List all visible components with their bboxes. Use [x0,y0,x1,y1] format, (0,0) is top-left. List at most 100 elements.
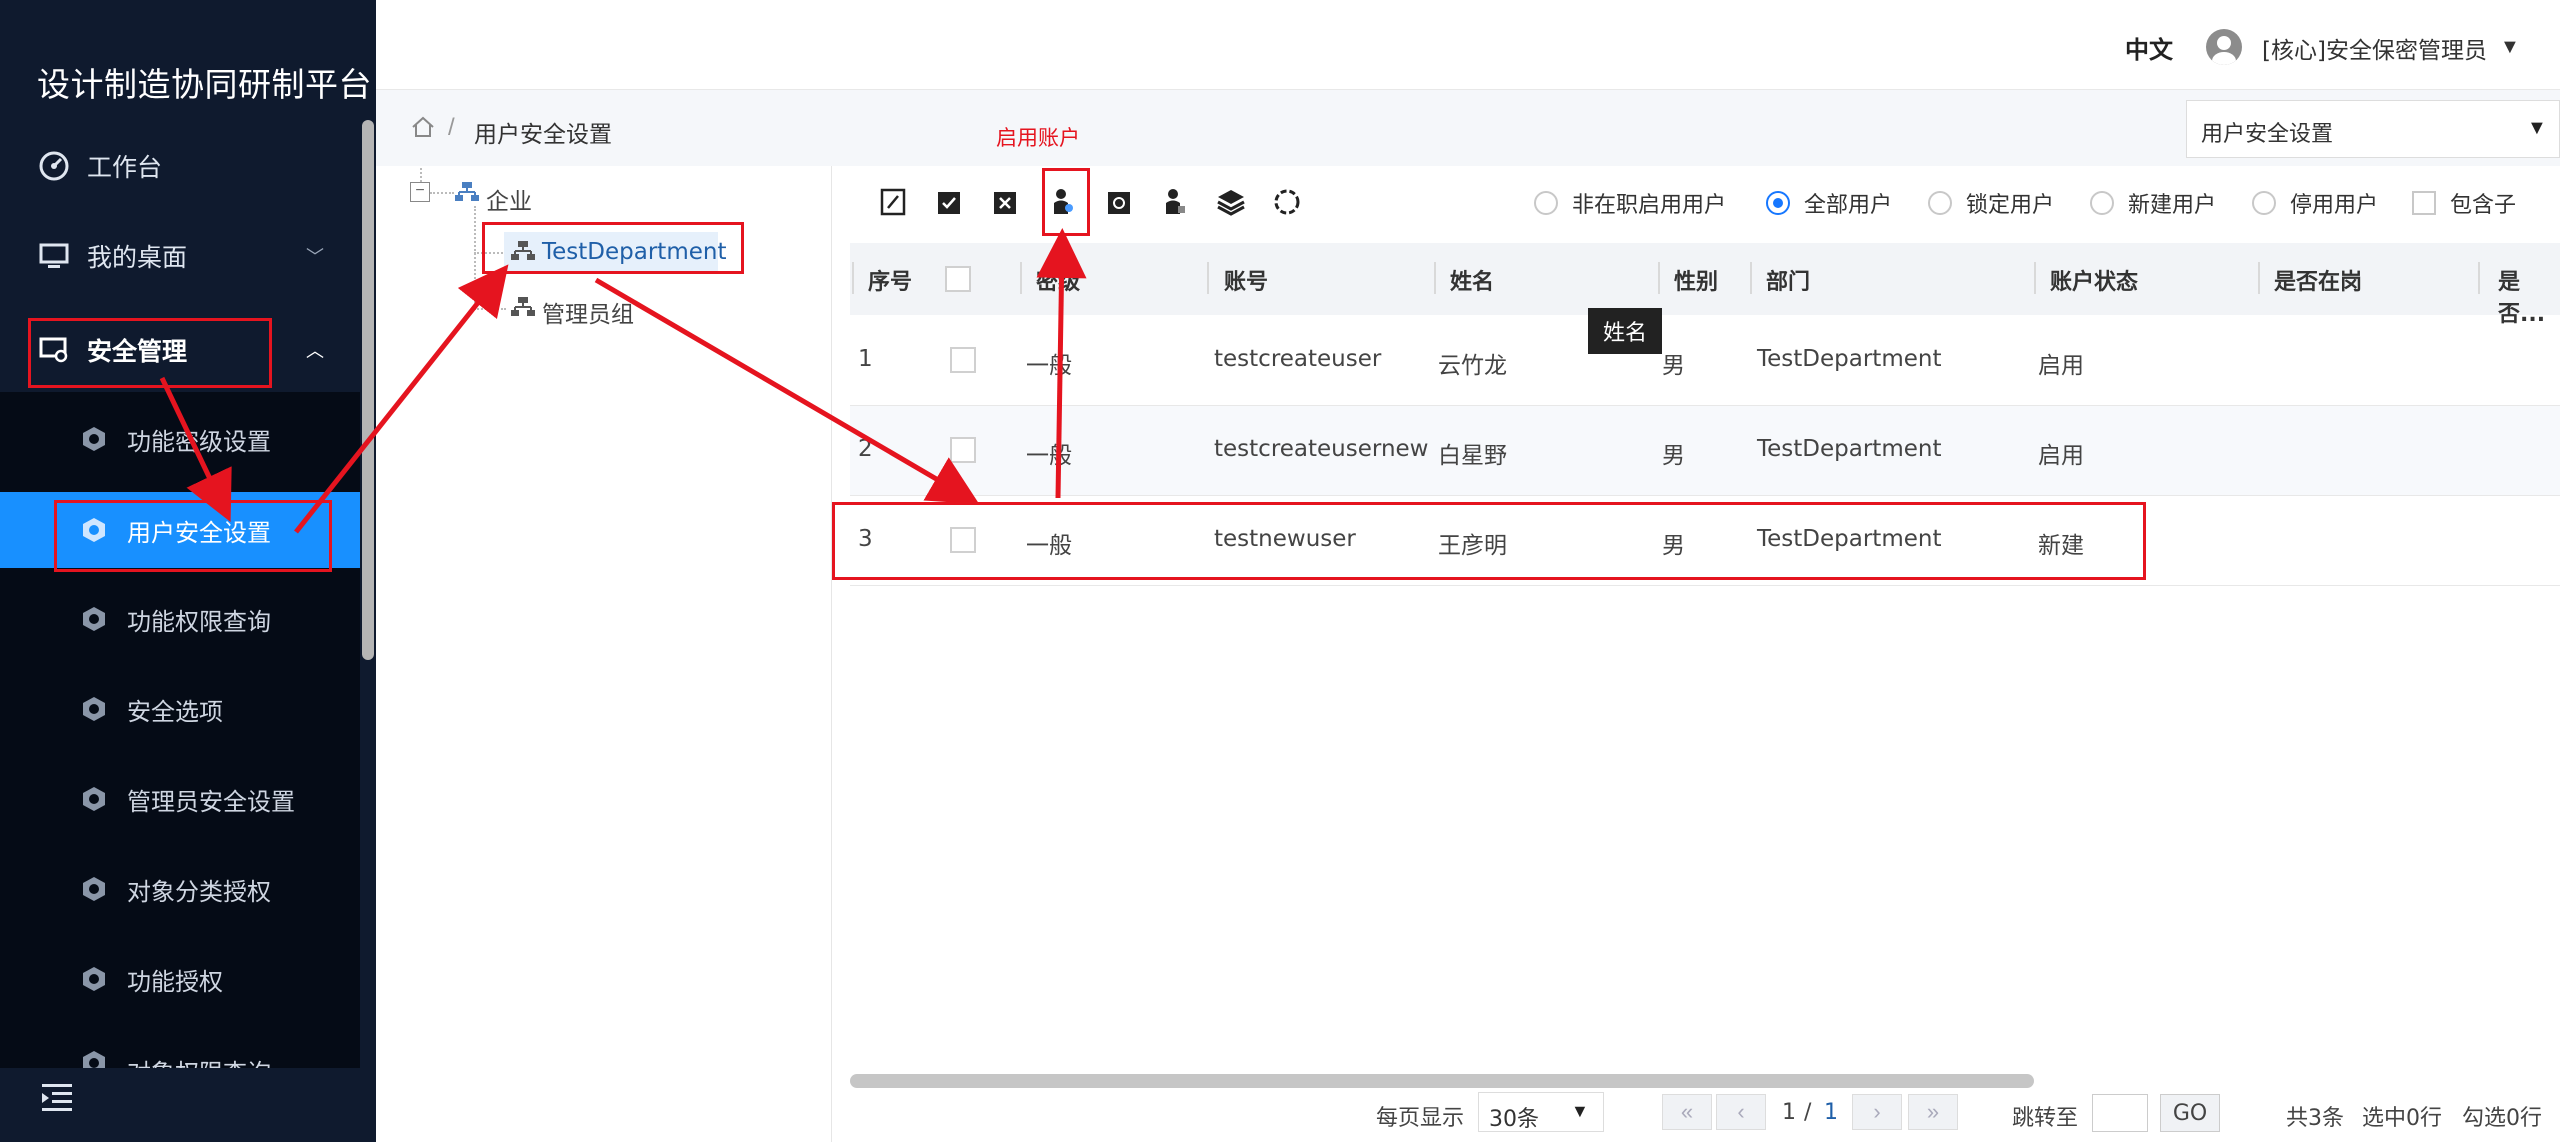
filter-disabled-users[interactable]: 停用用户 [2252,188,2378,218]
sub-item-function-auth[interactable]: 功能授权 [0,939,360,1019]
table-row[interactable] [850,316,2560,406]
refresh-icon[interactable] [1272,186,1302,218]
next-page-button[interactable]: › [1852,1094,1902,1130]
radio[interactable] [1534,191,1558,215]
filter-label: 停用用户 [2290,193,2379,218]
sub-item-function-level[interactable]: 功能密级设置 [0,399,360,479]
column-header-department[interactable]: 部门 [1766,264,1810,296]
disable-account-icon[interactable] [1160,186,1190,218]
caret-down-icon: ▼ [2527,117,2547,139]
page-current: 1 [1782,1100,1796,1125]
lock-icon[interactable] [1104,186,1134,218]
row-checkbox[interactable] [950,437,976,463]
layers-icon[interactable] [1216,186,1246,218]
language-switch[interactable]: 中文 [2125,30,2173,65]
tree-node-root[interactable]: 企业 [486,182,532,216]
sidebar-scroll-thumb[interactable] [362,120,374,660]
go-button[interactable]: GO [2160,1094,2220,1132]
caret-down-icon: ▼ [1571,1101,1589,1121]
filter-inactive-enabled[interactable]: 非在职启用用户 [1534,188,1726,218]
chevron-up-icon: ︿ [306,341,324,362]
table-horizontal-scrollbar[interactable] [850,1074,2034,1088]
sub-item-object-permission-query[interactable]: 对象权限查询 [0,1029,360,1068]
per-page-label: 每页显示 [1376,1106,1465,1131]
tree-line [430,192,454,194]
caret-down-icon[interactable]: ▼ [2500,36,2520,59]
first-page-button[interactable]: « [1662,1094,1712,1130]
filter-locked-users[interactable]: 锁定用户 [1928,188,2054,218]
app-title: 设计制造协同研制平台 [37,65,372,104]
jump-page-input[interactable] [2092,1094,2148,1132]
cube-icon [83,787,105,811]
per-page-select[interactable]: 30条 ▼ [1478,1092,1604,1132]
cube-icon [83,967,105,991]
column-separator [1658,262,1660,294]
prev-page-button[interactable]: ‹ [1716,1094,1766,1130]
column-separator [2478,262,2480,294]
cell-level: 一般 [1026,353,1072,379]
cell-level: 一般 [1026,443,1072,469]
column-separator [1750,262,1752,294]
sub-item-label: 对象分类授权 [127,877,271,906]
cube-icon [83,697,105,721]
annotation-box-row [832,502,2146,580]
column-header-name[interactable]: 姓名 [1450,264,1494,296]
sidebar-item-workbench[interactable]: 工作台 [0,126,360,206]
column-header-on-duty[interactable]: 是否在岗 [2274,264,2362,296]
column-separator [852,262,854,294]
user-name[interactable]: [核心]安全保密管理员 [2262,31,2487,65]
row-checkbox[interactable] [950,347,976,373]
sub-item-label: 对象权限查询 [127,1053,271,1068]
total-count: 共3条 [2286,1106,2344,1131]
include-children[interactable]: 包含子 [2412,188,2516,218]
column-header-level[interactable]: 密级 [1036,264,1080,296]
tree-node-admin-group[interactable]: 管理员组 [542,295,634,329]
annotation-box-enable-button [1042,168,1090,236]
annotation-box-user-security [54,500,332,572]
sub-item-label: 功能密级设置 [127,427,271,456]
filter-new-users[interactable]: 新建用户 [2090,188,2216,218]
sub-item-object-category-auth[interactable]: 对象分类授权 [0,849,360,929]
column-header-account[interactable]: 账号 [1224,264,1268,296]
collapse-menu-icon[interactable] [40,1080,74,1114]
tree-collapse-toggle[interactable]: − [410,182,430,202]
annotation-box-department [482,222,744,274]
page-total: 1 [1824,1100,1838,1125]
column-header-gender[interactable]: 性别 [1674,264,1718,296]
page-separator: / [1804,1100,1812,1125]
radio[interactable] [2090,191,2114,215]
sub-item-security-options[interactable]: 安全选项 [0,669,360,749]
page-select[interactable]: 用户安全设置 ▼ [2186,100,2560,158]
column-header-no[interactable]: 序号 [868,264,912,296]
cube-icon [83,877,105,901]
column-separator [1207,262,1209,294]
column-header-status[interactable]: 账户状态 [2050,264,2138,296]
filter-label: 包含子 [2450,193,2517,218]
breadcrumb-separator: / [448,114,455,141]
cell-name: 白星野 [1438,443,1507,469]
filter-label: 锁定用户 [1966,193,2055,218]
tree-line [474,308,506,310]
radio[interactable] [2252,191,2276,215]
reject-icon[interactable] [990,186,1020,218]
radio-checked[interactable] [1766,191,1790,215]
home-icon[interactable] [410,114,436,140]
radio[interactable] [1928,191,1952,215]
checkbox[interactable] [2412,191,2436,215]
filter-label: 非在职启用用户 [1572,193,1727,218]
cell-department: TestDepartment [1757,436,1942,462]
filter-all-users[interactable]: 全部用户 [1766,188,1892,218]
select-all-checkbox[interactable] [945,266,971,292]
sub-item-function-permission-query[interactable]: 功能权限查询 [0,579,360,659]
edit-icon[interactable] [878,186,908,218]
sidebar-item-my-desktop[interactable]: 我的桌面 ﹀ [0,216,360,296]
table-row[interactable] [850,406,2560,496]
approve-icon[interactable] [934,186,964,218]
annotation-box-security [28,318,272,388]
cell-status: 启用 [2038,353,2084,379]
cube-icon [83,607,105,631]
last-page-button[interactable]: » [1908,1094,1958,1130]
sub-item-admin-security[interactable]: 管理员安全设置 [0,759,360,839]
cell-gender: 男 [1662,353,1685,379]
user-avatar[interactable] [2206,29,2242,65]
